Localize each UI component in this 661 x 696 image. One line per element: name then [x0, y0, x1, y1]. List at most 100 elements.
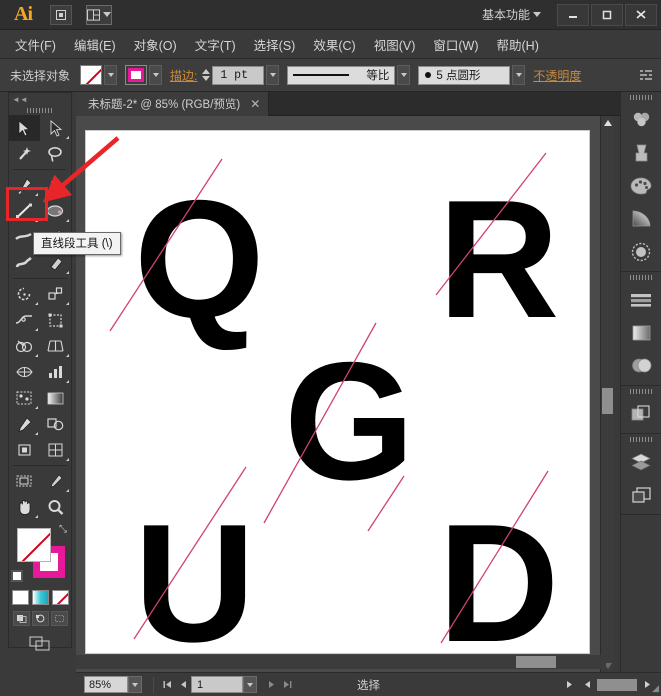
line-segment-tool[interactable] — [9, 198, 40, 224]
menu-help[interactable]: 帮助(H) — [488, 31, 548, 58]
graphic-styles-panel-icon[interactable] — [621, 349, 661, 382]
horizontal-scrollbar[interactable] — [76, 655, 606, 669]
transparency-panel-icon[interactable] — [621, 235, 661, 268]
mesh-tool[interactable] — [9, 359, 40, 385]
change-screen-mode[interactable] — [27, 634, 53, 652]
menu-effect[interactable]: 效果(C) — [304, 31, 364, 58]
stroke-swatch[interactable] — [125, 65, 147, 85]
dock-group-3-handle[interactable] — [621, 386, 661, 397]
symbols-panel-icon[interactable] — [621, 136, 661, 169]
color-swatch-white[interactable] — [12, 590, 29, 605]
draw-normal-mode[interactable] — [13, 611, 30, 626]
type-tool[interactable]: T — [40, 172, 71, 198]
draw-behind-mode[interactable] — [32, 611, 49, 626]
first-page-button[interactable] — [159, 676, 175, 693]
stroke-profile-select[interactable]: 等比 — [287, 66, 395, 85]
menu-window[interactable]: 窗口(W) — [424, 31, 487, 58]
paintbrush-alt-tool[interactable] — [40, 468, 71, 494]
close-icon[interactable]: ✕ — [250, 97, 260, 111]
horizontal-scroll-thumb[interactable] — [516, 656, 556, 668]
stroke-weight-input[interactable]: 1 pt — [212, 66, 264, 85]
selection-tool[interactable] — [9, 115, 40, 141]
swap-fill-stroke-icon[interactable]: ⤡ — [59, 524, 67, 535]
canvas-area[interactable]: Q R G U D — [76, 116, 606, 672]
swatches-panel-icon[interactable] — [621, 169, 661, 202]
workspace-switcher[interactable]: 基本功能 — [482, 6, 545, 23]
shape-builder-tool[interactable] — [9, 333, 40, 359]
vertical-scroll-thumb[interactable] — [602, 388, 613, 414]
artboard[interactable]: Q R G U D — [85, 130, 590, 654]
arrange-documents-icon[interactable] — [86, 5, 112, 25]
scroll-up-button[interactable] — [601, 116, 614, 129]
resize-grip-icon[interactable]: ◢ — [652, 683, 659, 694]
width-tool[interactable] — [9, 307, 40, 333]
column-graph-tool[interactable] — [40, 359, 71, 385]
zoom-level-dropdown-button[interactable] — [128, 676, 142, 693]
document-tab[interactable]: 未标题-2* @ 85% (RGB/预览) ✕ — [76, 92, 269, 116]
brush-dropdown-button[interactable] — [512, 65, 525, 85]
appearance-panel-icon[interactable] — [621, 316, 661, 349]
bridge-icon[interactable] — [50, 5, 72, 25]
menu-type[interactable]: 文字(T) — [186, 31, 245, 58]
gradient-swatch[interactable] — [32, 590, 49, 605]
horizontal-scroll-thumb-status[interactable] — [597, 679, 637, 691]
page-number-input[interactable]: 1 — [191, 676, 243, 693]
close-button[interactable] — [625, 4, 657, 26]
default-fill-stroke-icon[interactable] — [11, 570, 23, 582]
tools-panel-drag-handle[interactable] — [9, 105, 71, 115]
scale-tool[interactable] — [40, 281, 71, 307]
opacity-label[interactable]: 不透明度 — [533, 67, 581, 84]
perspective-grid-tool[interactable] — [40, 333, 71, 359]
artboard-tool[interactable] — [9, 437, 40, 463]
direct-selection-tool[interactable] — [40, 115, 71, 141]
menu-file[interactable]: 文件(F) — [6, 31, 65, 58]
gradient-tool[interactable] — [40, 385, 71, 411]
brushes-panel-icon[interactable] — [621, 103, 661, 136]
menu-view[interactable]: 视图(V) — [365, 31, 425, 58]
minimize-button[interactable] — [557, 4, 589, 26]
layers-panel-icon[interactable] — [621, 445, 661, 478]
dock-group-1-handle[interactable] — [621, 92, 661, 103]
last-page-button[interactable] — [279, 676, 295, 693]
brush-definition-select[interactable]: 5 点圆形 — [418, 66, 510, 85]
menu-object[interactable]: 对象(O) — [125, 31, 186, 58]
stroke-weight-dropdown-button[interactable] — [266, 65, 279, 85]
eyedropper-tool[interactable] — [9, 411, 40, 437]
stroke-weight-stepper[interactable] — [202, 69, 210, 81]
none-swatch[interactable] — [52, 590, 69, 605]
align-panel-icon[interactable] — [621, 283, 661, 316]
hand-tool[interactable] — [9, 494, 40, 520]
artboards-panel-icon[interactable] — [621, 478, 661, 511]
blend-tool[interactable] — [40, 411, 71, 437]
page-number-dropdown-button[interactable] — [243, 676, 257, 693]
fill-swatch[interactable] — [80, 65, 102, 85]
perspective-selection-tool[interactable] — [9, 468, 40, 494]
status-menu-button[interactable] — [561, 676, 577, 693]
ellipse-tool[interactable] — [40, 198, 71, 224]
pathfinder-panel-icon[interactable] — [621, 397, 661, 430]
maximize-button[interactable] — [591, 4, 623, 26]
draw-inside-mode[interactable] — [51, 611, 68, 626]
gradient-panel-icon[interactable] — [621, 202, 661, 235]
next-page-button[interactable] — [263, 676, 279, 693]
panel-menu-icon[interactable] — [639, 69, 653, 81]
scroll-left-button[interactable] — [579, 676, 595, 693]
stroke-profile-dropdown-button[interactable] — [397, 65, 410, 85]
stroke-label[interactable]: 描边: — [170, 67, 197, 84]
zoom-level-input[interactable]: 85% — [84, 676, 128, 693]
menu-select[interactable]: 选择(S) — [245, 31, 305, 58]
magic-wand-tool[interactable] — [9, 141, 40, 167]
fill-color-box[interactable] — [17, 528, 51, 562]
menu-edit[interactable]: 编辑(E) — [65, 31, 125, 58]
symbol-sprayer-tool[interactable] — [9, 385, 40, 411]
vertical-scrollbar[interactable] — [600, 116, 613, 672]
lasso-tool[interactable] — [40, 141, 71, 167]
dock-group-4-handle[interactable] — [621, 434, 661, 445]
slice-tool[interactable] — [40, 437, 71, 463]
previous-page-button[interactable] — [175, 676, 191, 693]
dock-group-2-handle[interactable] — [621, 272, 661, 283]
pen-tool[interactable] — [9, 172, 40, 198]
stroke-dropdown-button[interactable] — [149, 65, 162, 85]
rotate-tool[interactable] — [9, 281, 40, 307]
tools-panel-collapse[interactable]: ◄◄ — [9, 93, 71, 105]
